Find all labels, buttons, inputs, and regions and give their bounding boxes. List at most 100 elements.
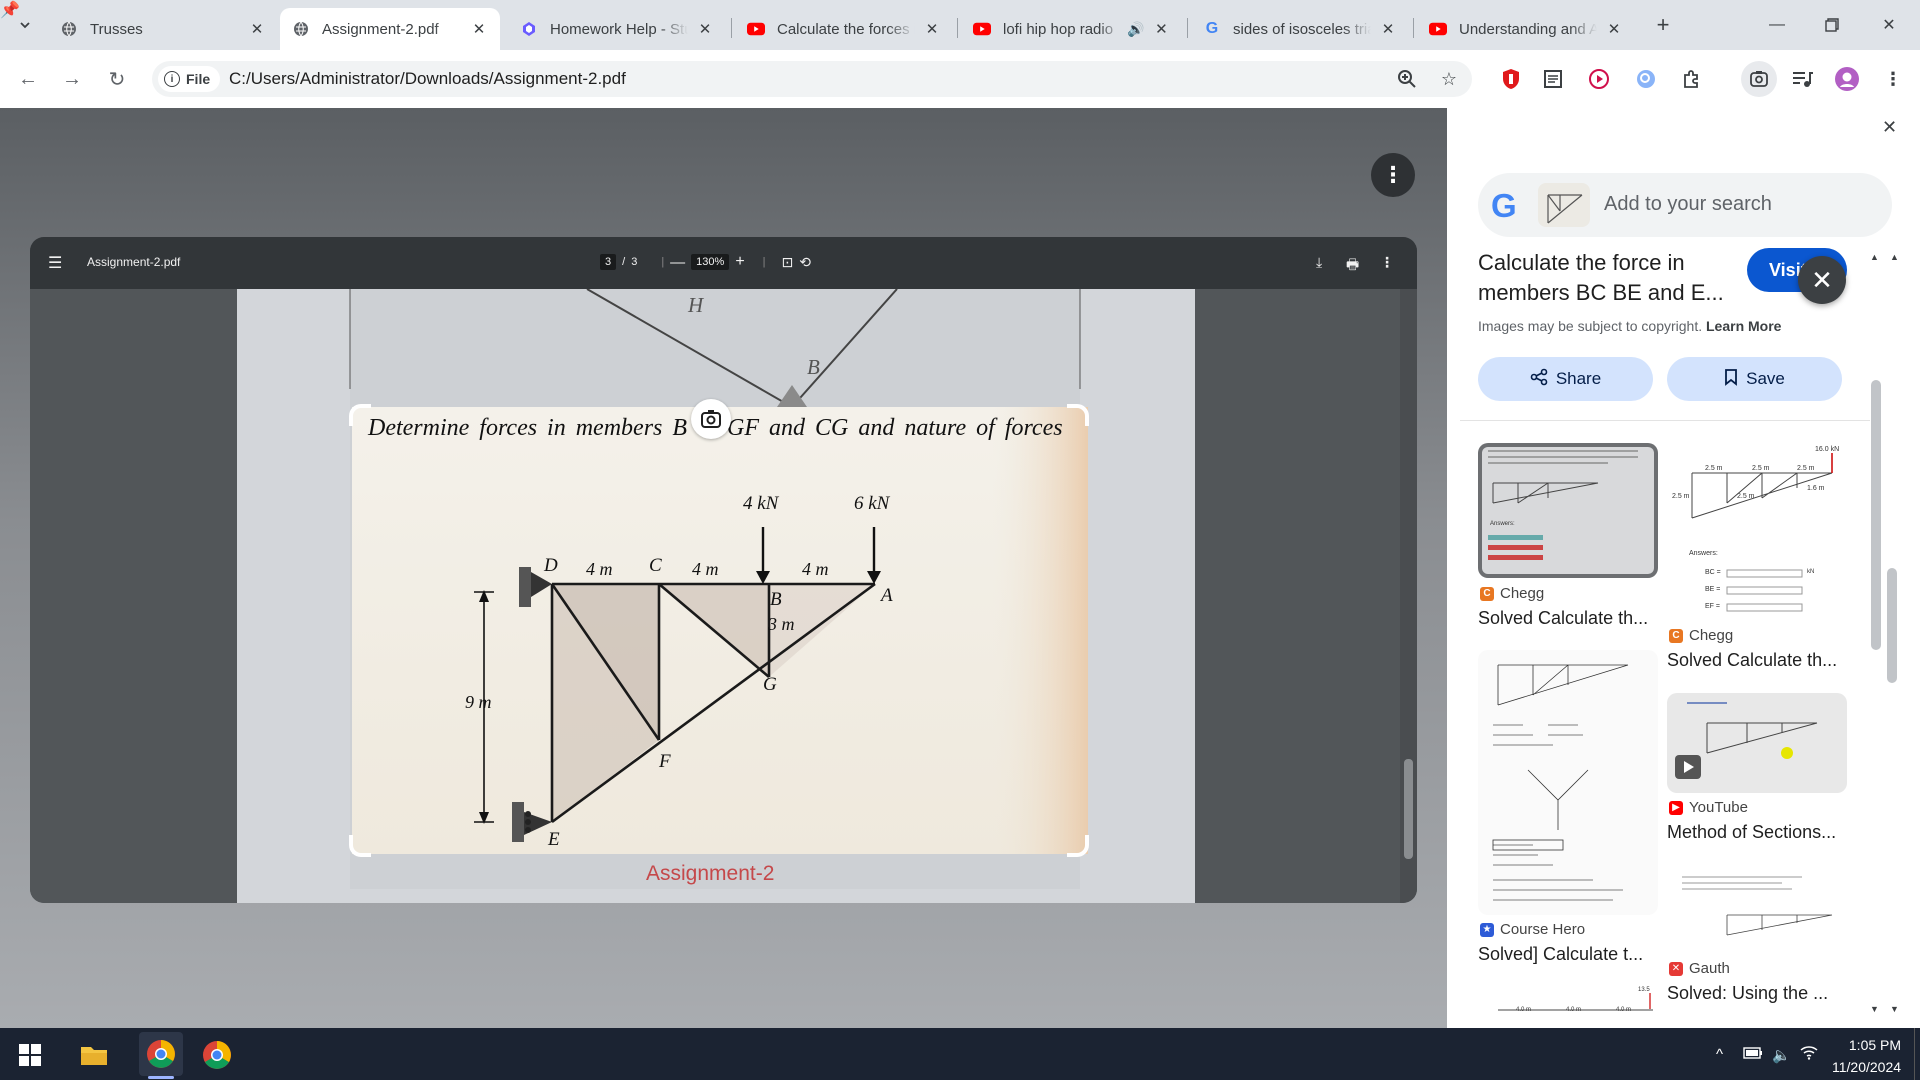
fit-page-icon[interactable]: ⊡	[782, 254, 794, 271]
google-lens-icon[interactable]	[1741, 61, 1777, 97]
result-title-3[interactable]: Solved] Calculate t...	[1478, 944, 1653, 965]
site-info-chip[interactable]: i File	[158, 66, 221, 92]
volume-icon[interactable]: 🔈	[1772, 1046, 1791, 1064]
print-icon[interactable]: 🖶	[1346, 254, 1359, 278]
chrome-taskbar-icon[interactable]	[139, 1032, 183, 1076]
results-scroll-thumb[interactable]	[1871, 380, 1881, 650]
hamburger-menu-icon[interactable]: ☰	[48, 253, 62, 273]
learn-more-link[interactable]: Learn More	[1706, 318, 1781, 334]
close-tab-icon[interactable]: ✕	[1379, 20, 1397, 38]
panel-scroll-thumb[interactable]	[1887, 568, 1897, 683]
more-options-icon[interactable]: ⋮	[1371, 153, 1415, 197]
show-desktop[interactable]	[1914, 1028, 1920, 1080]
rotate-icon[interactable]: ⟲	[799, 254, 811, 271]
pdf-scrollbar[interactable]	[1400, 289, 1417, 903]
result-thumbnail-2[interactable]: 2.5 m 2.5 m 2.5 m 16.0 kN 1.6 m 2.5 m 2.…	[1667, 443, 1847, 618]
result-thumbnail-5[interactable]	[1667, 865, 1847, 953]
result-thumbnail-6[interactable]: 13.5 4.0 m 4.0 m 4.0 m	[1478, 985, 1658, 1018]
panel-scrollbar[interactable]	[1886, 250, 1900, 1010]
pdf-more-icon[interactable]: ⋮	[1380, 254, 1394, 271]
thumb-dim: 2.5 m	[1705, 465, 1723, 472]
close-tab-icon[interactable]: ✕	[248, 20, 266, 38]
reader-extension-icon[interactable]	[1538, 64, 1568, 94]
result-thumbnail-4[interactable]	[1667, 693, 1847, 793]
tab-calculate-forces[interactable]: Calculate the forces in ✕	[735, 8, 953, 50]
results-scrollbar[interactable]	[1870, 250, 1884, 1010]
back-arrow-icon[interactable]: ←	[13, 64, 43, 94]
scroll-thumb[interactable]	[1404, 759, 1413, 859]
close-tab-icon[interactable]: ✕	[696, 20, 714, 38]
adblock-extension-icon[interactable]	[1496, 64, 1526, 94]
result-title[interactable]: Calculate the force in members BC BE and…	[1478, 248, 1738, 308]
close-result-button[interactable]: ✕	[1798, 256, 1846, 304]
selection-corner-tl[interactable]	[349, 404, 371, 426]
close-panel-icon[interactable]: ✕	[1882, 117, 1897, 138]
bookmark-star-icon[interactable]: ☆	[1434, 64, 1464, 94]
tab-lofi-radio[interactable]: lofi hip hop radio 🔊 ✕	[961, 8, 1183, 50]
result-title-2[interactable]: Solved Calculate th...	[1667, 650, 1842, 671]
save-button[interactable]: Save	[1667, 357, 1842, 401]
zoom-level-input[interactable]: 130%	[691, 254, 730, 270]
tab-trusses[interactable]: Trusses ✕	[48, 8, 278, 50]
result-thumbnail-1[interactable]: Answers:	[1478, 443, 1658, 578]
media-controls-icon[interactable]	[1787, 64, 1817, 94]
scroll-up-arrow[interactable]: ▲	[1870, 252, 1879, 262]
result-title-5[interactable]: Solved: Using the ...	[1667, 983, 1842, 1004]
search-extension-icon[interactable]	[1631, 64, 1661, 94]
result-source-4[interactable]: ▶ YouTube	[1669, 799, 1748, 816]
system-clock[interactable]: 1:05 PM 11/20/2024	[1832, 1034, 1901, 1078]
query-image-thumbnail[interactable]	[1538, 183, 1590, 227]
close-tab-icon[interactable]: ✕	[1605, 20, 1623, 38]
scroll-down-arrow[interactable]: ▼	[1890, 1004, 1899, 1014]
result-source-3[interactable]: ★ Course Hero	[1480, 921, 1585, 938]
profile-avatar[interactable]	[1832, 64, 1862, 94]
zoom-icon[interactable]	[1392, 64, 1422, 94]
wifi-icon[interactable]	[1800, 1046, 1818, 1064]
tab-homework-help[interactable]: Homework Help - Study ✕	[508, 8, 726, 50]
chrome-menu-icon[interactable]: ⋮	[1878, 64, 1908, 94]
scroll-down-arrow[interactable]: ▼	[1870, 1004, 1879, 1014]
pin-icon[interactable]: 📌	[0, 0, 20, 20]
url-text[interactable]: C:/Users/Administrator/Downloads/Assignm…	[229, 69, 626, 89]
lens-selected-region[interactable]: Determine forces in members B GF and CG …	[352, 407, 1088, 854]
forward-arrow-icon[interactable]: →	[57, 64, 87, 94]
file-explorer-icon[interactable]	[77, 1038, 111, 1072]
page-number-input[interactable]: 3	[600, 254, 617, 270]
selection-corner-bl[interactable]	[349, 835, 371, 857]
thumb-dim: 2.5 m	[1797, 465, 1815, 472]
close-window-button[interactable]: ✕	[1866, 10, 1912, 40]
result-title-1[interactable]: Solved Calculate th...	[1478, 608, 1653, 629]
share-button[interactable]: Share	[1478, 357, 1653, 401]
video-extension-icon[interactable]	[1584, 64, 1614, 94]
tab-isosceles[interactable]: G sides of isosceles triangle ✕	[1191, 8, 1409, 50]
result-title-4[interactable]: Method of Sections...	[1667, 822, 1842, 843]
thumb-dim: 4.0 m	[1516, 1007, 1532, 1013]
search-placeholder[interactable]: Add to your search	[1604, 193, 1772, 216]
close-tab-icon[interactable]: ✕	[923, 20, 941, 38]
new-tab-button[interactable]: +	[1650, 12, 1676, 38]
zoom-in-button[interactable]: +	[735, 253, 744, 271]
zoom-out-button[interactable]: —	[670, 254, 685, 271]
scroll-up-arrow[interactable]: ▲	[1890, 252, 1899, 262]
tray-chevron-icon[interactable]: ^	[1716, 1046, 1723, 1063]
result-source-2[interactable]: C Chegg	[1669, 627, 1733, 644]
close-tab-icon[interactable]: ✕	[1152, 20, 1170, 38]
download-icon[interactable]: ⤓	[1316, 254, 1322, 271]
youtube-icon	[747, 20, 765, 38]
selection-corner-tr[interactable]	[1067, 404, 1089, 426]
battery-icon[interactable]	[1743, 1046, 1763, 1063]
reload-icon[interactable]: ↻	[102, 64, 132, 94]
minimize-button[interactable]: —	[1754, 10, 1800, 40]
result-source-1[interactable]: C Chegg	[1480, 585, 1544, 602]
result-source-5[interactable]: ✕ Gauth	[1669, 960, 1730, 977]
lens-search-icon[interactable]	[691, 399, 731, 439]
windows-start-icon[interactable]	[13, 1038, 47, 1072]
tab-understanding[interactable]: Understanding and Applying ✕	[1417, 8, 1635, 50]
restore-button[interactable]	[1809, 10, 1855, 40]
chrome-profile-taskbar-icon[interactable]	[200, 1038, 234, 1072]
extensions-puzzle-icon[interactable]	[1676, 64, 1706, 94]
close-tab-icon[interactable]: ✕	[470, 20, 488, 38]
speaker-icon[interactable]: 🔊	[1127, 21, 1144, 38]
tab-assignment-pdf[interactable]: Assignment-2.pdf ✕	[280, 8, 500, 50]
result-thumbnail-3[interactable]	[1478, 650, 1658, 915]
